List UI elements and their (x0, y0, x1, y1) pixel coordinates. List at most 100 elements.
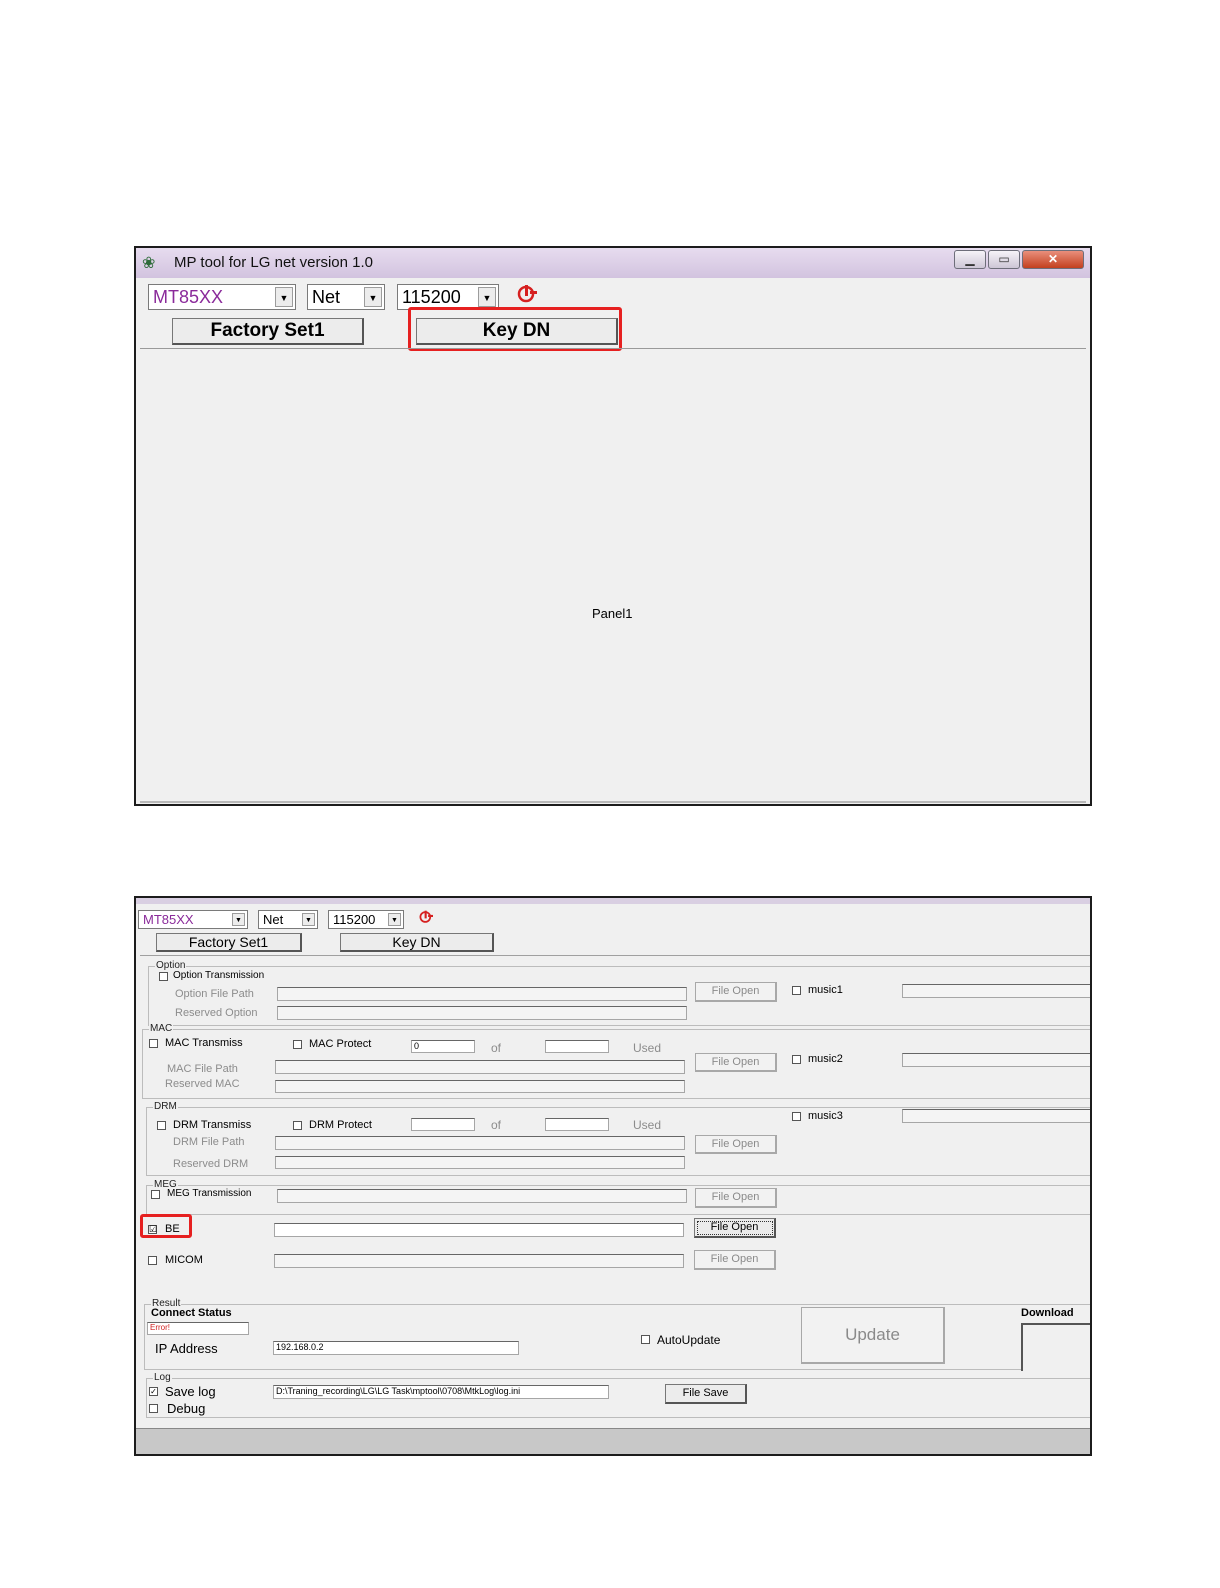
connect-status-icon[interactable] (516, 284, 538, 304)
minimize-button[interactable]: ▁ (954, 250, 986, 269)
drm-transmission-checkbox[interactable] (157, 1121, 166, 1130)
download-box (1021, 1323, 1090, 1371)
be-file-open-button[interactable]: File Open (694, 1218, 776, 1238)
mac-transmission-checkbox[interactable] (149, 1039, 158, 1048)
meg-transmission-label: MEG Transmission (167, 1188, 252, 1199)
mode-select-value: Net (263, 912, 284, 927)
app-icon: ❀ (142, 255, 156, 272)
chevron-down-icon[interactable]: ▼ (302, 913, 315, 926)
music3-input[interactable] (902, 1109, 1090, 1123)
mac-used-label: Used (633, 1041, 662, 1055)
log-group: Log ✓ Save log Debug D:\Traning_recordin… (146, 1372, 1090, 1418)
save-log-checkbox[interactable]: ✓ (149, 1387, 158, 1396)
be-file-input[interactable] (274, 1223, 684, 1237)
drm-file-path-input[interactable] (275, 1136, 685, 1150)
music3-checkbox[interactable] (792, 1112, 801, 1121)
music1-checkbox[interactable] (792, 986, 801, 995)
baud-select-value: 115200 (402, 287, 461, 307)
music1-input[interactable] (902, 984, 1090, 998)
baud-select-value: 115200 (333, 912, 376, 927)
mode-select-value: Net (312, 287, 341, 307)
key-dn-button[interactable]: Key DN (340, 933, 494, 952)
option-transmission-checkbox[interactable] (159, 972, 168, 981)
maximize-button[interactable]: ▭ (988, 250, 1020, 269)
close-button[interactable]: ✕ (1022, 250, 1084, 269)
drm-group-label: DRM (153, 1101, 178, 1112)
key-dn-highlight (408, 307, 622, 351)
drm-transmission-label: DRM Transmiss (173, 1119, 252, 1131)
meg-file-open-button[interactable]: File Open (695, 1188, 777, 1208)
be-highlight (140, 1214, 192, 1238)
connect-status-label: Connect Status (151, 1307, 232, 1319)
meg-group: MEG MEG Transmission File Open (146, 1179, 1090, 1215)
mac-count-input[interactable]: 0 (411, 1040, 475, 1053)
drm-total-input[interactable] (545, 1118, 609, 1131)
mac-group-label: MAC (149, 1023, 174, 1034)
chevron-down-icon[interactable]: ▼ (478, 287, 496, 307)
mac-protect-label: MAC Protect (309, 1038, 372, 1050)
chevron-down-icon[interactable]: ▼ (388, 913, 401, 926)
chevron-down-icon[interactable]: ▼ (364, 287, 382, 307)
meg-transmission-checkbox[interactable] (151, 1190, 160, 1199)
update-button[interactable]: Update (801, 1307, 945, 1364)
file-save-button[interactable]: File Save (665, 1384, 747, 1404)
micom-file-open-button[interactable]: File Open (694, 1250, 776, 1270)
drm-file-path-label: DRM File Path (173, 1136, 245, 1148)
debug-checkbox[interactable] (149, 1404, 158, 1413)
debug-label: Debug (167, 1401, 206, 1416)
title-bar-fragment (136, 898, 1090, 904)
factory-set-button[interactable]: Factory Set1 (156, 933, 302, 952)
autoupdate-label: AutoUpdate (657, 1333, 721, 1347)
reserved-mac-input[interactable] (275, 1080, 685, 1093)
mode-select[interactable]: Net ▼ (258, 910, 318, 929)
connect-status-value: Error! (147, 1322, 249, 1335)
log-group-label: Log (153, 1372, 172, 1383)
bottom-app-window: MT85XX ▼ Net ▼ 115200 ▼ Factory Set1 Key… (134, 896, 1092, 1456)
save-log-label: Save log (165, 1384, 216, 1399)
micom-label: MICOM (165, 1254, 203, 1266)
reserved-option-input[interactable] (277, 1006, 687, 1020)
ip-address-label: IP Address (155, 1341, 218, 1356)
chevron-down-icon[interactable]: ▼ (275, 287, 293, 307)
ip-address-input[interactable]: 192.168.0.2 (273, 1341, 519, 1355)
music1-label: music1 (808, 984, 843, 996)
reserved-drm-input[interactable] (275, 1156, 685, 1169)
drm-protect-label: DRM Protect (309, 1119, 372, 1131)
meg-file-input[interactable] (277, 1189, 687, 1203)
mac-file-open-button[interactable]: File Open (695, 1053, 777, 1072)
title-bar[interactable]: ❀ MP tool for LG net version 1.0 ▁ ▭ ✕ (136, 248, 1090, 278)
option-file-path-label: Option File Path (175, 988, 254, 1000)
main-panel: Panel1 (140, 348, 1086, 803)
mac-file-path-label: MAC File Path (167, 1063, 238, 1075)
reserved-drm-label: Reserved DRM (173, 1158, 249, 1170)
chip-select[interactable]: MT85XX ▼ (138, 910, 248, 929)
log-path-input[interactable]: D:\Traning_recording\LG\LG Task\mptool\0… (273, 1385, 609, 1399)
music3-label: music3 (808, 1110, 843, 1122)
music2-label: music2 (808, 1053, 843, 1065)
chip-select[interactable]: MT85XX ▼ (148, 284, 296, 310)
micom-checkbox[interactable] (148, 1256, 157, 1265)
mode-select[interactable]: Net ▼ (307, 284, 385, 310)
connect-status-icon[interactable] (418, 910, 434, 924)
music2-input[interactable] (902, 1053, 1090, 1067)
drm-protect-checkbox[interactable] (293, 1121, 302, 1130)
chevron-down-icon[interactable]: ▼ (232, 913, 245, 926)
option-file-open-button[interactable]: File Open (695, 982, 777, 1002)
micom-file-input[interactable] (274, 1254, 684, 1268)
result-group: Result Connect Status Error! IP Address … (144, 1298, 1090, 1371)
mac-transmission-label: MAC Transmiss (165, 1037, 243, 1049)
factory-set-button[interactable]: Factory Set1 (172, 318, 364, 345)
drm-file-open-button[interactable]: File Open (695, 1135, 777, 1154)
reserved-mac-label: Reserved MAC (165, 1078, 240, 1090)
drm-used-label: Used (633, 1118, 662, 1132)
option-transmission-label: Option Transmission (173, 970, 265, 981)
mac-protect-checkbox[interactable] (293, 1040, 302, 1049)
music2-checkbox[interactable] (792, 1055, 801, 1064)
option-file-path-input[interactable] (277, 987, 687, 1001)
download-label: Download (1021, 1307, 1074, 1319)
autoupdate-checkbox[interactable] (641, 1335, 650, 1344)
baud-select[interactable]: 115200 ▼ (328, 910, 404, 929)
mac-file-path-input[interactable] (275, 1060, 685, 1074)
mac-total-input[interactable] (545, 1040, 609, 1053)
drm-count-input[interactable] (411, 1118, 475, 1131)
